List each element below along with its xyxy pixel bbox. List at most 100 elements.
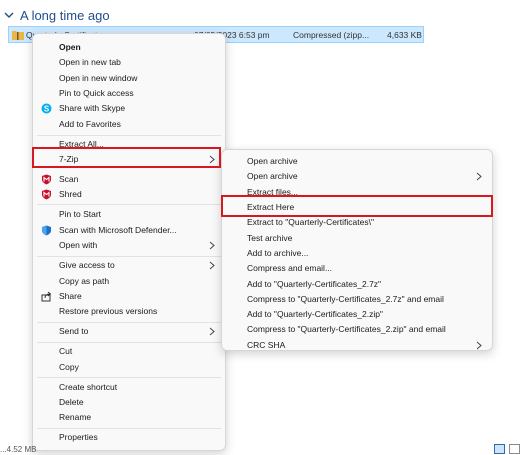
- menu-item-label: Restore previous versions: [59, 306, 158, 316]
- chevron-right-icon: [209, 155, 215, 164]
- menu-item-label: Extract Here: [247, 202, 295, 212]
- menu-item-label: Pin to Start: [59, 209, 102, 219]
- submenu-item-extract-to[interactable]: Extract to "Quarterly-Certificates\": [222, 215, 492, 230]
- menu-item-label: Test archive: [247, 233, 293, 243]
- menu-item-label: Create shortcut: [59, 382, 118, 392]
- menu-item-open-with[interactable]: Open with: [33, 238, 225, 253]
- menu-separator: [37, 256, 221, 257]
- menu-item-label: Add to "Quarterly-Certificates_2.7z": [247, 279, 382, 289]
- menu-item-properties[interactable]: Properties: [33, 430, 225, 445]
- submenu-item-compress-email[interactable]: Compress and email...: [222, 261, 492, 276]
- menu-item-label: Scan: [59, 174, 79, 184]
- 7zip-submenu: Open archive Open archive Extract files.…: [221, 149, 493, 351]
- menu-item-share-skype[interactable]: S Share with Skype: [33, 101, 225, 116]
- menu-separator: [37, 135, 221, 136]
- skype-icon: S: [41, 103, 52, 114]
- chevron-right-icon: [209, 241, 215, 250]
- menu-separator: [37, 428, 221, 429]
- menu-item-send-to[interactable]: Send to: [33, 324, 225, 339]
- menu-item-label: Open with: [59, 240, 98, 250]
- status-bar-size: ...4.52 MB: [0, 445, 37, 454]
- menu-separator: [37, 342, 221, 343]
- menu-item-label: Open: [59, 42, 81, 52]
- chevron-right-icon: [476, 172, 482, 181]
- submenu-item-extract-here[interactable]: Extract Here: [222, 200, 492, 215]
- menu-item-label: Add to "Quarterly-Certificates_2.zip": [247, 309, 383, 319]
- menu-item-label: 7-Zip: [59, 154, 79, 164]
- menu-separator: [37, 377, 221, 378]
- menu-item-extract-all[interactable]: Extract All...: [33, 137, 225, 152]
- submenu-item-crc-sha[interactable]: CRC SHA: [222, 338, 492, 353]
- menu-item-label: Extract files...: [247, 187, 299, 197]
- mcafee-shield-icon: [42, 174, 51, 185]
- menu-item-label: Rename: [59, 412, 92, 422]
- menu-item-label: Properties: [59, 432, 98, 442]
- menu-item-label: Compress to "Quarterly-Certificates_2.7z…: [247, 294, 444, 304]
- group-header[interactable]: A long time ago: [4, 6, 110, 24]
- share-icon: [41, 291, 52, 302]
- submenu-item-extract-files[interactable]: Extract files...: [222, 185, 492, 200]
- menu-item-label: Compress to "Quarterly-Certificates_2.zi…: [247, 324, 446, 334]
- menu-item-cut[interactable]: Cut: [33, 344, 225, 359]
- menu-item-label: Extract All...: [59, 139, 104, 149]
- menu-item-delete[interactable]: Delete: [33, 395, 225, 410]
- zip-folder-icon: [12, 31, 24, 40]
- menu-item-shred[interactable]: Shred: [33, 187, 225, 202]
- menu-item-label: Open archive: [247, 171, 298, 181]
- defender-shield-icon: [42, 225, 51, 236]
- menu-item-share[interactable]: Share: [33, 289, 225, 304]
- menu-item-label: Extract to "Quarterly-Certificates\": [247, 217, 374, 227]
- menu-item-label: Add to Favorites: [59, 119, 121, 129]
- menu-item-label: Share with Skype: [59, 103, 126, 113]
- menu-item-label: Shred: [59, 189, 82, 199]
- menu-item-label: Delete: [59, 397, 84, 407]
- menu-item-create-shortcut[interactable]: Create shortcut: [33, 380, 225, 395]
- chevron-right-icon: [476, 341, 482, 350]
- submenu-item-test-archive[interactable]: Test archive: [222, 231, 492, 246]
- menu-item-label: Compress and email...: [247, 263, 333, 273]
- menu-item-restore-versions[interactable]: Restore previous versions: [33, 304, 225, 319]
- details-view-icon[interactable]: [494, 444, 505, 454]
- menu-item-give-access[interactable]: Give access to: [33, 258, 225, 273]
- menu-item-copy[interactable]: Copy: [33, 360, 225, 375]
- chevron-down-icon: [4, 12, 14, 18]
- menu-item-7zip[interactable]: 7-Zip: [33, 152, 225, 167]
- menu-item-label: Share: [59, 291, 82, 301]
- menu-item-open-new-tab[interactable]: Open in new tab: [33, 55, 225, 70]
- menu-item-open-new-window[interactable]: Open in new window: [33, 71, 225, 86]
- chevron-right-icon: [209, 327, 215, 336]
- menu-separator: [37, 322, 221, 323]
- submenu-item-open-archive-more[interactable]: Open archive: [222, 169, 492, 184]
- menu-item-rename[interactable]: Rename: [33, 410, 225, 425]
- submenu-item-open-archive[interactable]: Open archive: [222, 154, 492, 169]
- submenu-item-add-zip[interactable]: Add to "Quarterly-Certificates_2.zip": [222, 307, 492, 322]
- tiles-view-icon[interactable]: [509, 444, 520, 454]
- menu-item-label: Cut: [59, 346, 73, 356]
- menu-item-label: Pin to Quick access: [59, 88, 134, 98]
- menu-item-label: Open in new window: [59, 73, 138, 83]
- menu-item-add-favorites[interactable]: Add to Favorites: [33, 117, 225, 132]
- file-size: 4,633 KB: [387, 30, 422, 40]
- group-header-label: A long time ago: [20, 7, 110, 23]
- menu-item-scan-defender[interactable]: Scan with Microsoft Defender...: [33, 223, 225, 238]
- submenu-item-add-7z[interactable]: Add to "Quarterly-Certificates_2.7z": [222, 277, 492, 292]
- menu-item-label: Copy: [59, 362, 79, 372]
- submenu-item-compress-7z-email[interactable]: Compress to "Quarterly-Certificates_2.7z…: [222, 292, 492, 307]
- menu-item-label: Open in new tab: [59, 57, 121, 67]
- file-type: Compressed (zipp...: [293, 30, 370, 40]
- svg-text:S: S: [44, 104, 50, 113]
- menu-item-pin-quick-access[interactable]: Pin to Quick access: [33, 86, 225, 101]
- menu-item-label: Scan with Microsoft Defender...: [59, 225, 177, 235]
- menu-separator: [37, 204, 221, 205]
- menu-item-pin-start[interactable]: Pin to Start: [33, 207, 225, 222]
- menu-item-label: Add to archive...: [247, 248, 309, 258]
- menu-item-label: Copy as path: [59, 276, 110, 286]
- menu-item-label: Give access to: [59, 260, 115, 270]
- submenu-item-compress-zip-email[interactable]: Compress to "Quarterly-Certificates_2.zi…: [222, 322, 492, 337]
- menu-item-open[interactable]: Open: [33, 40, 225, 55]
- menu-item-scan[interactable]: Scan: [33, 172, 225, 187]
- menu-item-label: Send to: [59, 326, 89, 336]
- submenu-item-add-archive[interactable]: Add to archive...: [222, 246, 492, 261]
- menu-item-label: CRC SHA: [247, 340, 286, 350]
- menu-item-copy-path[interactable]: Copy as path: [33, 274, 225, 289]
